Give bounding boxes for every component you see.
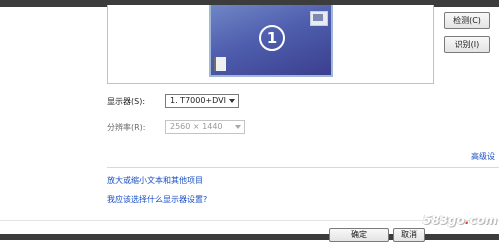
resolution-select[interactable]: 2560 × 1440 [165, 120, 245, 134]
advanced-settings-link[interactable]: 高级设 [471, 152, 495, 162]
monitor-number-badge: 1 [259, 25, 285, 51]
taskbar-icon [214, 57, 226, 71]
chevron-down-icon [229, 99, 235, 103]
display-label: 显示器(S): [107, 97, 146, 106]
text-size-link[interactable]: 放大或缩小文本和其他项目 [107, 176, 203, 186]
section-divider [107, 167, 499, 168]
watermark-text: 583go [423, 213, 465, 227]
resolution-label: 分辨率(R): [107, 123, 146, 132]
display-select[interactable]: 1. T7000+DVI [165, 94, 239, 108]
site-watermark: 583go.com [423, 213, 497, 227]
which-settings-link[interactable]: 我应该选择什么显示器设置? [107, 195, 207, 205]
monitor-1-tile[interactable]: 1 [209, 5, 333, 77]
window-icon [310, 11, 328, 26]
identify-button[interactable]: 识别(I) [444, 36, 490, 53]
display-select-value: 1. T7000+DVI [170, 96, 226, 105]
resolution-select-value: 2560 × 1440 [170, 122, 223, 131]
detect-button[interactable]: 检测(C) [444, 12, 490, 29]
watermark-suffix: com [469, 213, 498, 227]
chevron-down-icon [235, 125, 241, 129]
